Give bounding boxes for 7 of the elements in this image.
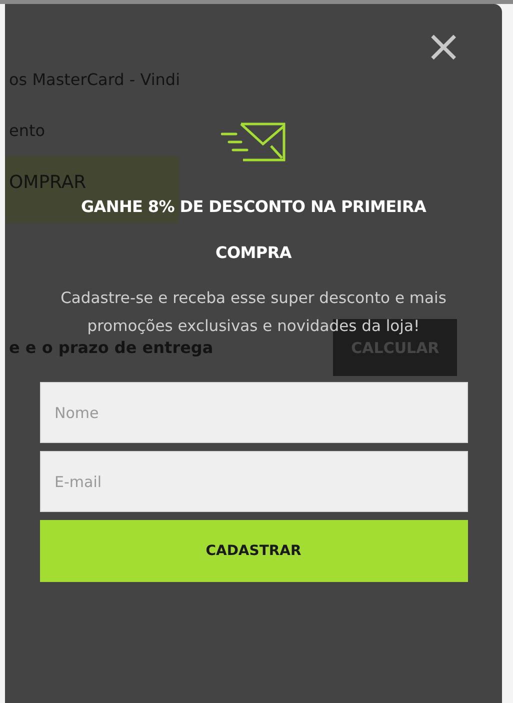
submit-button[interactable]: CADASTRAR <box>40 520 468 582</box>
popup-description: Cadastre-se e receba esse super desconto e mais promoções exclusivas e novidades da loja! <box>60 288 448 337</box>
email-field[interactable]: E-mail <box>40 451 468 512</box>
envelope-icon <box>220 122 286 162</box>
name-field[interactable]: Nome <box>40 382 468 443</box>
close-button[interactable]: × <box>425 30 462 64</box>
popup-heading: GANHE 8% DE DESCONTO NA PRIMEIRA COMPRA <box>80 196 428 264</box>
